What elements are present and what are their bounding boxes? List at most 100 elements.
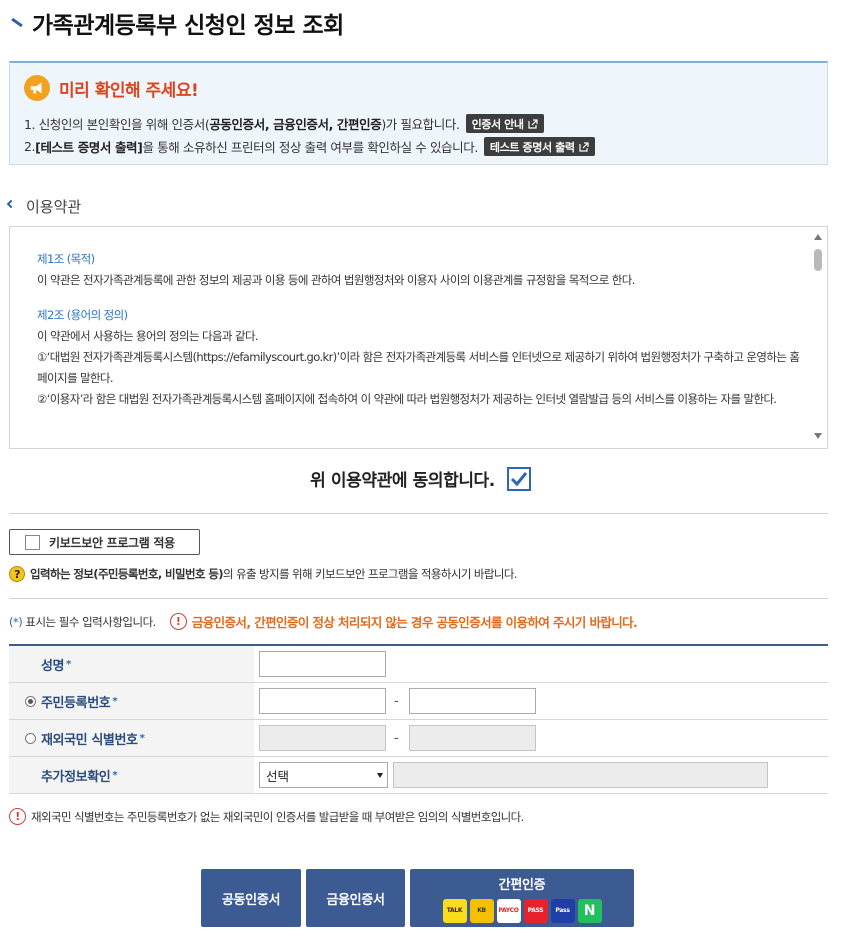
chevron-icon [6,199,16,208]
agree-row: 위 이용약관에 동의합니다. [0,466,841,491]
rrn-front-input[interactable] [259,688,386,714]
scroll-down-icon[interactable] [814,433,822,439]
form-row-rrn: 주민등록번호 * - [9,683,828,720]
keyboard-note-bold: 입력하는 정보(주민등록번호, 비밀번호 등) [30,567,224,581]
rrn-label: 주민등록번호 [41,695,111,711]
name-label-cell: 성명 * [9,646,254,682]
notice-line1-suffix: )가 필요합니다. [381,117,460,132]
check-icon [510,471,528,486]
extra-info-select[interactable]: 선택 [259,762,388,788]
external-link-icon [527,118,538,129]
warning-text: 금융인증서, 간편인증이 정상 처리되지 않는 경우 공동인증서를 이용하여 주… [191,615,638,630]
agree-checkbox[interactable] [506,466,531,491]
question-icon: ? [9,566,25,582]
notice-line2-suffix: 을 통해 소유하신 프린터의 정상 출력 여부를 확인하실 수 있습니다. [142,140,478,155]
name-input[interactable] [259,651,386,677]
simple-auth-label: 간편인증 [498,877,546,893]
warning-icon: ! [169,613,187,630]
form-row-name: 성명 * [9,646,828,683]
required-star: (*) [9,614,23,629]
rrn-label-cell: 주민등록번호 * [9,683,254,719]
terms-article-1-text: 이 약관은 전자가족관계등록에 관한 정보의 제공과 이용 등에 관하여 법원행… [37,273,635,287]
notice-line1-bold: 공동인증서, 금융인증서, 간편인증 [209,117,382,132]
cert-guide-label: 인증서 안내 [471,117,524,131]
test-print-button[interactable]: 테스트 증명서 출력 [483,137,595,156]
notice-line2-bold: [테스트 증명서 출력] [35,140,143,155]
required-note: (*) 표시는 필수 입력사항입니다. [9,614,156,630]
terms-section-label: 이용약관 [6,196,82,217]
name-value-cell [254,646,828,682]
extra-value-cell: 선택 [254,757,828,793]
required-note-row: (*) 표시는 필수 입력사항입니다. ! 금융인증서, 간편인증이 정상 처리… [9,612,638,631]
notice-box: 미리 확인해 주세요! 1. 신청인의 본인확인을 위해 인증서(공동인증서, … [9,61,828,165]
pass-logo-icon: PASS [523,898,548,923]
terms-article-2-item-2: ②‘이용자’라 함은 대법원 전자가족관계등록시스템 홈페이지에 접속하여 이 … [37,392,777,406]
notice-line2-prefix: 2. [24,139,36,154]
agree-label: 위 이용약관에 동의합니다. [310,471,495,491]
auth-buttons: 공동인증서 금융인증서 간편인증 TALK KB PAYCO PASS Pass… [201,869,634,927]
foreign-value-cell: - [254,720,828,756]
keyboard-security-checkbox[interactable] [25,534,40,550]
simple-auth-button[interactable]: 간편인증 TALK KB PAYCO PASS Pass N [410,869,634,927]
required-star: * [139,732,145,744]
notice-line1-prefix: 1. 신청인의 본인확인을 위해 인증서( [24,117,210,132]
foreign-back-input [408,725,536,751]
form-row-extra: 추가정보확인 * 선택 [9,757,828,794]
terms-article-2-item-1: ①‘대법원 전자가족관계등록시스템(https://efamilyscourt.… [37,350,800,385]
test-print-label: 테스트 증명서 출력 [489,140,575,154]
notice-heading-text: 미리 확인해 주세요! [59,80,199,101]
title-marker-icon [10,15,26,31]
external-link-icon [578,141,589,152]
finance-cert-button[interactable]: 금융인증서 [306,869,405,927]
extra-label: 추가정보확인 [41,769,111,785]
terms-box[interactable]: 제1조 (목적) 이 약관은 전자가족관계등록에 관한 정보의 제공과 이용 등… [9,226,828,449]
rrn-dash: - [394,693,399,709]
applicant-form: 성명 * 주민등록번호 * - 재외국민 식별번호 * - 추가정보확인 * 선… [9,644,828,794]
extra-select-value: 선택 [266,768,290,784]
rrn-value-cell: - [254,683,828,719]
required-note-text: 표시는 필수 입력사항입니다. [22,614,156,629]
extra-info-input [393,762,768,788]
notice-heading: 미리 확인해 주세요! [24,75,199,101]
terms-label: 이용약관 [26,198,82,216]
keyboard-security-toggle[interactable]: 키보드보안 프로그램 적용 [9,529,200,555]
scroll-up-icon[interactable] [814,234,822,240]
samsung-pass-logo-icon: Pass [550,898,575,923]
page-title-wrap: 가족관계등록부 신청인 정보 조회 [10,6,344,40]
footnote-text: 재외국민 식별번호는 주민등록번호가 없는 재외국민이 인증서를 발급받을 때 … [31,809,524,824]
keyboard-security-label: 키보드보안 프로그램 적용 [49,535,175,550]
extra-label-cell: 추가정보확인 * [9,757,254,793]
foreign-label-cell: 재외국민 식별번호 * [9,720,254,756]
terms-content: 제1조 (목적) 이 약관은 전자가족관계등록에 관한 정보의 제공과 이용 등… [37,249,805,410]
name-label: 성명 [41,658,65,674]
page-title: 가족관계등록부 신청인 정보 조회 [32,13,344,39]
scroll-thumb[interactable] [814,249,822,271]
notice-line-2: 2. [테스트 증명서 출력] 을 통해 소유하신 프린터의 정상 출력 여부를 … [24,137,595,156]
foreign-id-footnote: ! 재외국민 식별번호는 주민등록번호가 없는 재외국민이 인증서를 발급받을 … [9,808,524,825]
kb-logo-icon: KB [469,898,494,923]
foreign-radio[interactable] [25,732,36,744]
foreign-dash: - [394,730,399,746]
required-star: * [112,695,118,707]
payco-logo-icon: PAYCO [496,898,521,923]
terms-article-2-intro: 이 약관에서 사용하는 용어의 정의는 다음과 같다. [37,329,259,343]
notice-line-1: 1. 신청인의 본인확인을 위해 인증서(공동인증서, 금융인증서, 간편인증)… [24,114,544,133]
foreign-front-input [259,725,386,751]
simple-auth-logos: TALK KB PAYCO PASS Pass N [441,898,603,923]
kakao-logo-icon: TALK [442,898,467,923]
required-star: * [66,658,71,670]
dropdown-arrow-icon [377,772,383,778]
naver-logo-icon: N [577,898,602,923]
terms-scrollbar[interactable] [810,227,827,448]
warning-icon: ! [9,808,26,825]
rrn-back-input[interactable] [408,688,536,714]
divider [9,513,828,514]
cert-guide-button[interactable]: 인증서 안내 [465,114,544,133]
divider [9,598,828,599]
finance-cert-label: 금융인증서 [326,892,385,908]
joint-cert-label: 공동인증서 [221,892,281,908]
rrn-radio[interactable] [25,695,36,707]
keyboard-security-note: ? 입력하는 정보(주민등록번호, 비밀번호 등) 의 유출 방지를 위해 키보드… [9,566,517,582]
joint-cert-button[interactable]: 공동인증서 [201,869,301,927]
terms-article-2-title: 제2조 (용어의 정의) [37,308,128,322]
